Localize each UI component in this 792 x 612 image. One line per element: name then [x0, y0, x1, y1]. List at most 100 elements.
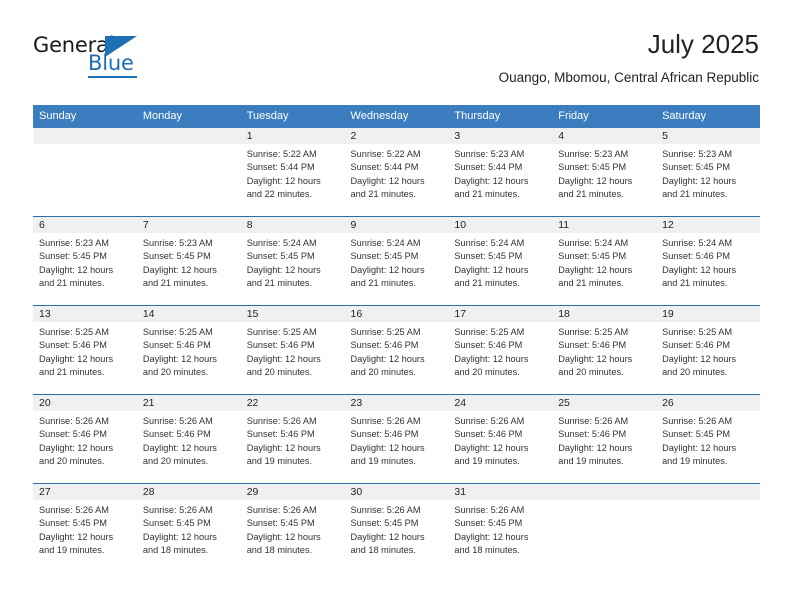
daylight-line-2: and 20 minutes. [350, 367, 416, 378]
day-cell-inner: 6 Sunrise: 5:23 AM Sunset: 5:45 PM Daylight… [33, 217, 137, 305]
calendar-empty-cell [656, 483, 760, 572]
calendar-day-cell[interactable]: 26 Sunrise: 5:26 AM Sunset: 5:45 PM Dayligh… [656, 394, 760, 484]
calendar-day-cell[interactable]: 25 Sunrise: 5:26 AM Sunset: 5:46 PM Dayligh… [552, 394, 657, 484]
weekday-header-wednesday: Wednesday [344, 105, 449, 128]
daylight-line-2: and 20 minutes. [142, 456, 209, 467]
daylight-line-2: and 22 minutes. [246, 189, 313, 200]
daylight-line-2: and 21 minutes. [454, 278, 520, 289]
sunrise-time: Sunrise: 5:26 AM [454, 416, 525, 426]
day-cell-inner: 26 Sunrise: 5:26 AM Sunset: 5:45 PM Dayligh… [656, 395, 760, 483]
calendar-week-row: 1 Sunrise: 5:22 AM Sunset: 5:44 PM Daylight… [33, 128, 760, 217]
daylight-line-1: Daylight: 12 hours [39, 531, 114, 542]
general-blue-logo[interactable]: General Blue [33, 33, 193, 83]
calendar-day-cell[interactable]: 12 Sunrise: 5:24 AM Sunset: 5:46 PM Dayligh… [656, 216, 760, 306]
daylight-line-2: and 21 minutes. [246, 278, 313, 289]
daylight-line-1: Daylight: 12 hours [142, 353, 217, 364]
day-details: Sunrise: 5:23 AM Sunset: 5:45 PM Daylight:… [552, 144, 656, 202]
sunset-time: Sunset: 5:45 PM [454, 251, 523, 262]
day-cell-inner [33, 128, 137, 216]
calendar-day-cell[interactable]: 6 Sunrise: 5:23 AM Sunset: 5:45 PM Daylight… [33, 216, 137, 306]
calendar-day-cell[interactable]: 13 Sunrise: 5:25 AM Sunset: 5:46 PM Dayligh… [33, 305, 137, 395]
day-details: Sunrise: 5:23 AM Sunset: 5:44 PM Daylight:… [448, 144, 552, 202]
sunset-time: Sunset: 5:45 PM [558, 162, 627, 173]
day-cell-inner: 11 Sunrise: 5:24 AM Sunset: 5:45 PM Dayligh… [552, 217, 657, 305]
day-cell-inner: 15 Sunrise: 5:25 AM Sunset: 5:46 PM Dayligh… [240, 306, 345, 394]
calendar-day-cell[interactable]: 29 Sunrise: 5:26 AM Sunset: 5:45 PM Dayligh… [240, 483, 345, 572]
daylight-line-1: Daylight: 12 hours [662, 442, 737, 453]
calendar-day-cell[interactable]: 22 Sunrise: 5:26 AM Sunset: 5:46 PM Dayligh… [240, 394, 345, 484]
daylight-line-2: and 21 minutes. [662, 189, 728, 200]
day-number: 12 [656, 217, 760, 233]
day-cell-inner: 21 Sunrise: 5:26 AM Sunset: 5:46 PM Dayligh… [136, 395, 241, 483]
day-details: Sunrise: 5:25 AM Sunset: 5:46 PM Daylight:… [137, 322, 241, 380]
sunset-time: Sunset: 5:44 PM [454, 162, 523, 173]
day-cell-inner: 29 Sunrise: 5:26 AM Sunset: 5:45 PM Dayligh… [240, 484, 345, 572]
sunset-time: Sunset: 5:44 PM [350, 162, 419, 173]
calendar-day-cell[interactable]: 30 Sunrise: 5:26 AM Sunset: 5:45 PM Dayligh… [344, 483, 449, 572]
day-number: 23 [344, 395, 449, 411]
daylight-line-2: and 19 minutes. [246, 456, 313, 467]
calendar-day-cell[interactable]: 21 Sunrise: 5:26 AM Sunset: 5:46 PM Dayligh… [136, 394, 241, 484]
day-number: 11 [552, 217, 657, 233]
sunrise-time: Sunrise: 5:26 AM [39, 505, 109, 515]
day-cell-inner: 12 Sunrise: 5:24 AM Sunset: 5:46 PM Dayligh… [656, 217, 760, 305]
calendar-day-cell[interactable]: 9 Sunrise: 5:24 AM Sunset: 5:45 PM Daylight… [344, 216, 449, 306]
day-details: Sunrise: 5:24 AM Sunset: 5:45 PM Daylight:… [552, 233, 656, 291]
day-cell-inner: 14 Sunrise: 5:25 AM Sunset: 5:46 PM Dayligh… [136, 306, 241, 394]
sunrise-time: Sunrise: 5:23 AM [454, 149, 525, 159]
day-details: Sunrise: 5:26 AM Sunset: 5:46 PM Daylight:… [241, 411, 345, 469]
daylight-line-2: and 20 minutes. [662, 367, 728, 378]
day-number: 13 [33, 306, 137, 322]
calendar-day-cell[interactable]: 7 Sunrise: 5:23 AM Sunset: 5:45 PM Daylight… [136, 216, 241, 306]
daylight-line-2: and 21 minutes. [350, 189, 416, 200]
sunset-time: Sunset: 5:45 PM [246, 518, 315, 529]
calendar-day-cell[interactable]: 27 Sunrise: 5:26 AM Sunset: 5:45 PM Dayligh… [33, 483, 137, 572]
day-details: Sunrise: 5:25 AM Sunset: 5:46 PM Daylight:… [241, 322, 345, 380]
calendar-day-cell[interactable]: 23 Sunrise: 5:26 AM Sunset: 5:46 PM Dayligh… [344, 394, 449, 484]
daylight-line-1: Daylight: 12 hours [350, 353, 425, 364]
calendar-day-cell[interactable]: 2 Sunrise: 5:22 AM Sunset: 5:44 PM Daylight… [344, 128, 449, 217]
daylight-line-1: Daylight: 12 hours [558, 175, 633, 186]
day-number: 1 [240, 128, 345, 144]
daylight-line-2: and 20 minutes. [454, 367, 520, 378]
day-details: Sunrise: 5:26 AM Sunset: 5:45 PM Daylight:… [656, 411, 760, 469]
sunrise-time: Sunrise: 5:22 AM [350, 149, 421, 159]
sunrise-time: Sunrise: 5:26 AM [558, 416, 629, 426]
calendar-week-row: 20 Sunrise: 5:26 AM Sunset: 5:46 PM Dayligh… [33, 394, 760, 484]
calendar-day-cell[interactable]: 20 Sunrise: 5:26 AM Sunset: 5:46 PM Dayligh… [33, 394, 137, 484]
calendar-day-cell[interactable]: 11 Sunrise: 5:24 AM Sunset: 5:45 PM Dayligh… [552, 216, 657, 306]
day-details: Sunrise: 5:22 AM Sunset: 5:44 PM Daylight:… [345, 144, 449, 202]
daylight-line-1: Daylight: 12 hours [454, 442, 529, 453]
calendar-day-cell[interactable]: 31 Sunrise: 5:26 AM Sunset: 5:45 PM Dayligh… [448, 483, 553, 572]
day-cell-inner: 17 Sunrise: 5:25 AM Sunset: 5:46 PM Dayligh… [448, 306, 553, 394]
day-details: Sunrise: 5:26 AM Sunset: 5:45 PM Daylight:… [137, 500, 241, 558]
day-cell-inner: 4 Sunrise: 5:23 AM Sunset: 5:45 PM Daylight… [552, 128, 657, 216]
weekday-header-friday: Friday [552, 105, 657, 128]
daylight-line-1: Daylight: 12 hours [662, 175, 737, 186]
calendar-day-cell[interactable]: 15 Sunrise: 5:25 AM Sunset: 5:46 PM Dayligh… [240, 305, 345, 395]
calendar-day-cell[interactable]: 10 Sunrise: 5:24 AM Sunset: 5:45 PM Dayligh… [448, 216, 553, 306]
daylight-line-1: Daylight: 12 hours [142, 264, 217, 275]
calendar-day-cell[interactable]: 19 Sunrise: 5:25 AM Sunset: 5:46 PM Dayligh… [656, 305, 760, 395]
calendar-day-cell[interactable]: 1 Sunrise: 5:22 AM Sunset: 5:44 PM Daylight… [240, 128, 345, 217]
calendar-day-cell[interactable]: 18 Sunrise: 5:25 AM Sunset: 5:46 PM Dayligh… [552, 305, 657, 395]
day-number: 18 [552, 306, 657, 322]
daylight-line-1: Daylight: 12 hours [142, 531, 217, 542]
sunset-time: Sunset: 5:46 PM [39, 429, 107, 440]
calendar-day-cell[interactable]: 16 Sunrise: 5:25 AM Sunset: 5:46 PM Dayligh… [344, 305, 449, 395]
calendar-day-cell[interactable]: 28 Sunrise: 5:26 AM Sunset: 5:45 PM Dayligh… [136, 483, 241, 572]
calendar-day-cell[interactable]: 17 Sunrise: 5:25 AM Sunset: 5:46 PM Dayligh… [448, 305, 553, 395]
calendar-day-cell[interactable]: 4 Sunrise: 5:23 AM Sunset: 5:45 PM Daylight… [552, 128, 657, 217]
calendar-day-cell[interactable]: 8 Sunrise: 5:24 AM Sunset: 5:45 PM Daylight… [240, 216, 345, 306]
sunrise-time: Sunrise: 5:26 AM [142, 416, 213, 426]
calendar-day-cell[interactable]: 3 Sunrise: 5:23 AM Sunset: 5:44 PM Daylight… [448, 128, 553, 217]
day-cell-inner [136, 128, 241, 216]
calendar-day-cell[interactable]: 14 Sunrise: 5:25 AM Sunset: 5:46 PM Dayligh… [136, 305, 241, 395]
sunrise-time: Sunrise: 5:23 AM [39, 238, 109, 248]
weekday-header-sunday: Sunday [33, 105, 137, 128]
calendar-day-cell[interactable]: 5 Sunrise: 5:23 AM Sunset: 5:45 PM Daylight… [656, 128, 760, 217]
calendar-day-cell[interactable]: 24 Sunrise: 5:26 AM Sunset: 5:46 PM Dayligh… [448, 394, 553, 484]
sunrise-time: Sunrise: 5:23 AM [142, 238, 213, 248]
daylight-line-2: and 21 minutes. [142, 278, 209, 289]
daylight-line-2: and 19 minutes. [39, 545, 105, 556]
